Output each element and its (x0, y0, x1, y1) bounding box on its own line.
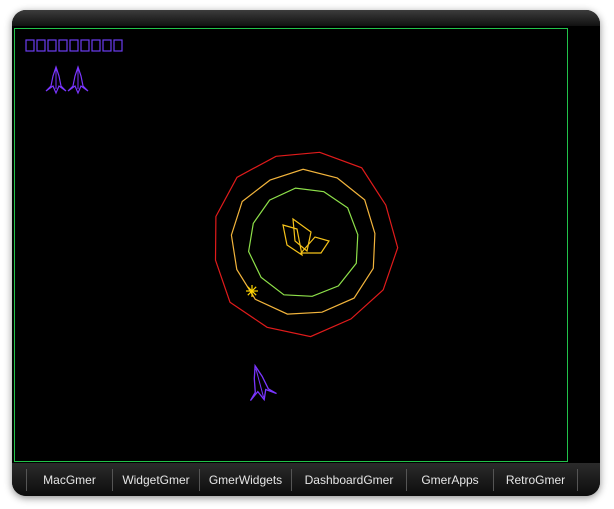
core-shape (299, 236, 330, 254)
score-box (36, 39, 46, 52)
nav-link-macgmer[interactable]: MacGmer (26, 469, 112, 491)
nav-link-gmerwidgets[interactable]: GmerWidgets (199, 469, 291, 491)
target-rings (214, 151, 399, 338)
nav-link-widgetgmer[interactable]: WidgetGmer (112, 469, 199, 491)
outer-ring (214, 151, 399, 338)
spark-projectile (246, 285, 258, 297)
score-display (25, 39, 123, 52)
bottom-nav-bar: MacGmer WidgetGmer GmerWidgets Dashboard… (12, 463, 600, 496)
score-box (80, 39, 90, 52)
core-shape (292, 217, 312, 253)
lives-display (45, 65, 89, 95)
inner-ring (247, 187, 359, 297)
score-box (102, 39, 112, 52)
nav-link-retrogmer[interactable]: RetroGmer (493, 469, 578, 491)
game-board[interactable] (14, 28, 568, 462)
score-box (113, 39, 123, 52)
nav-links: MacGmer WidgetGmer GmerWidgets Dashboard… (26, 469, 578, 491)
game-canvas (25, 39, 399, 402)
core-shape (282, 224, 303, 257)
score-box (58, 39, 68, 52)
score-box (47, 39, 57, 52)
score-box (25, 39, 35, 52)
widget-titlebar[interactable] (12, 10, 600, 26)
score-box (91, 39, 101, 52)
score-box (69, 39, 79, 52)
nav-link-gmerapps[interactable]: GmerApps (406, 469, 493, 491)
central-core (282, 217, 330, 257)
game-widget: MacGmer WidgetGmer GmerWidgets Dashboard… (12, 10, 600, 496)
spark-ray (251, 286, 257, 292)
nav-link-dashboardgmer[interactable]: DashboardGmer (291, 469, 406, 491)
player-ship (249, 363, 277, 402)
